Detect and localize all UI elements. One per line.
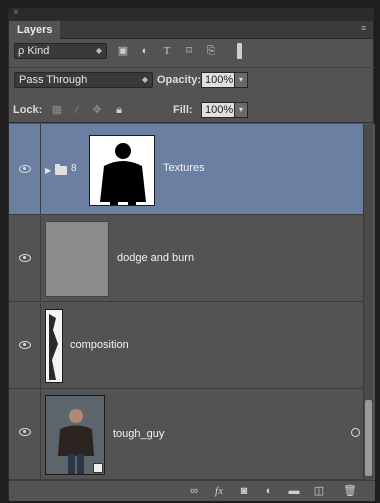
blend-row: Pass Through ◆ Opacity: 100% ▾ [9,67,375,91]
type-filter-icon[interactable]: T [161,45,173,57]
layer-row-tough-guy[interactable]: tough_guy [9,390,365,480]
eye-icon[interactable] [19,341,31,349]
tab-row: Layers ≡ [9,21,373,39]
new-group-icon[interactable]: ▬ [287,485,301,498]
lock-position-move-icon[interactable]: ✥ [91,104,103,116]
visibility-column [9,216,41,301]
layer-row-textures[interactable]: ▶ 8 Textures [9,124,365,215]
opacity-label: Opacity: [157,74,202,86]
link-layers-icon[interactable]: ∞ [187,485,201,498]
opacity-input[interactable]: 100% [201,72,235,88]
pixel-filter-icon[interactable]: ▣ [117,45,129,57]
filter-row: ρ Kind ◆ ▣ ◐ T ⌑ ⎘ [9,40,375,64]
composition-graphic [46,310,62,382]
adjustment-filter-icon[interactable]: ◐ [139,45,151,57]
eye-icon[interactable] [19,165,31,173]
filter-kind-label: ρ Kind [18,45,50,57]
filter-kind-select[interactable]: ρ Kind ◆ [14,43,107,59]
opacity-slider-button[interactable]: ▾ [234,72,248,88]
expand-arrow-icon[interactable]: ▶ [45,166,51,175]
layer-name-tough-guy[interactable]: tough_guy [113,428,164,440]
layer-name-composition[interactable]: composition [70,339,129,351]
fx-icon[interactable]: fx [212,485,226,498]
eye-icon[interactable] [19,428,31,436]
blend-mode-value: Pass Through [19,74,88,86]
visibility-column [9,390,41,479]
eye-icon[interactable] [19,254,31,262]
folder-icon [55,164,67,175]
layer-mask-thumbnail[interactable] [89,135,155,206]
visibility-column [9,303,41,388]
layer-row-composition[interactable]: composition [9,303,365,389]
layers-list: ▶ 8 Textures dodge and burn composition … [9,124,375,480]
lock-transparent-icon[interactable]: ▦ [51,104,63,116]
smart-object-badge-icon [93,463,103,473]
filter-toggle-switch[interactable] [237,43,242,59]
fill-slider-button[interactable]: ▾ [234,102,248,118]
layers-scrollbar[interactable] [363,124,373,480]
tab-layers[interactable]: Layers [9,21,61,39]
layer-thumbnail[interactable] [45,395,105,475]
lock-image-brush-icon[interactable]: ⁄ [71,104,83,116]
layer-thumbnail[interactable] [45,221,109,297]
layer-name-dodge-and-burn[interactable]: dodge and burn [117,252,194,264]
lock-label: Lock: [13,104,43,116]
chevron-updown-icon: ◆ [95,46,102,55]
add-mask-icon[interactable]: ◙ [237,485,251,498]
scroll-thumb[interactable] [365,400,372,476]
lock-row: Lock: ▦ ⁄ ✥ 🔒︎ Fill: 100% ▾ [9,97,375,123]
mask-link-icon[interactable]: 8 [71,162,78,176]
smart-object-filter-icon[interactable]: ⎘ [205,45,217,57]
fill-input[interactable]: 100% [201,102,235,118]
panel-menu-icon[interactable]: ≡ [361,23,369,37]
layer-row-dodge-and-burn[interactable]: dodge and burn [9,216,365,302]
layer-style-icon[interactable] [351,428,360,437]
blend-mode-select[interactable]: Pass Through ◆ [14,72,153,88]
layer-thumbnail[interactable] [45,309,63,383]
adjustment-layer-icon[interactable]: ◐ [262,485,276,498]
lock-all-icon[interactable]: 🔒︎ [113,104,125,116]
layers-panel: × Layers ≡ ρ Kind ◆ ▣ ◐ T ⌑ ⎘ Pass Throu… [8,7,375,501]
visibility-column [9,124,41,214]
chevron-updown-icon: ◆ [141,75,148,84]
silhouette-graphic [90,136,154,205]
shape-filter-icon[interactable]: ⌑ [183,45,195,57]
close-icon[interactable]: × [13,7,19,18]
panel-titlebar: × [9,7,373,21]
fill-label: Fill: [173,104,193,116]
bottom-toolbar: ∞ fx ◙ ◐ ▬ ◫ 🗑︎ [9,480,375,501]
new-layer-icon[interactable]: ◫ [312,485,326,498]
layer-name-textures[interactable]: Textures [163,162,205,174]
trash-icon[interactable]: 🗑︎ [343,485,357,498]
